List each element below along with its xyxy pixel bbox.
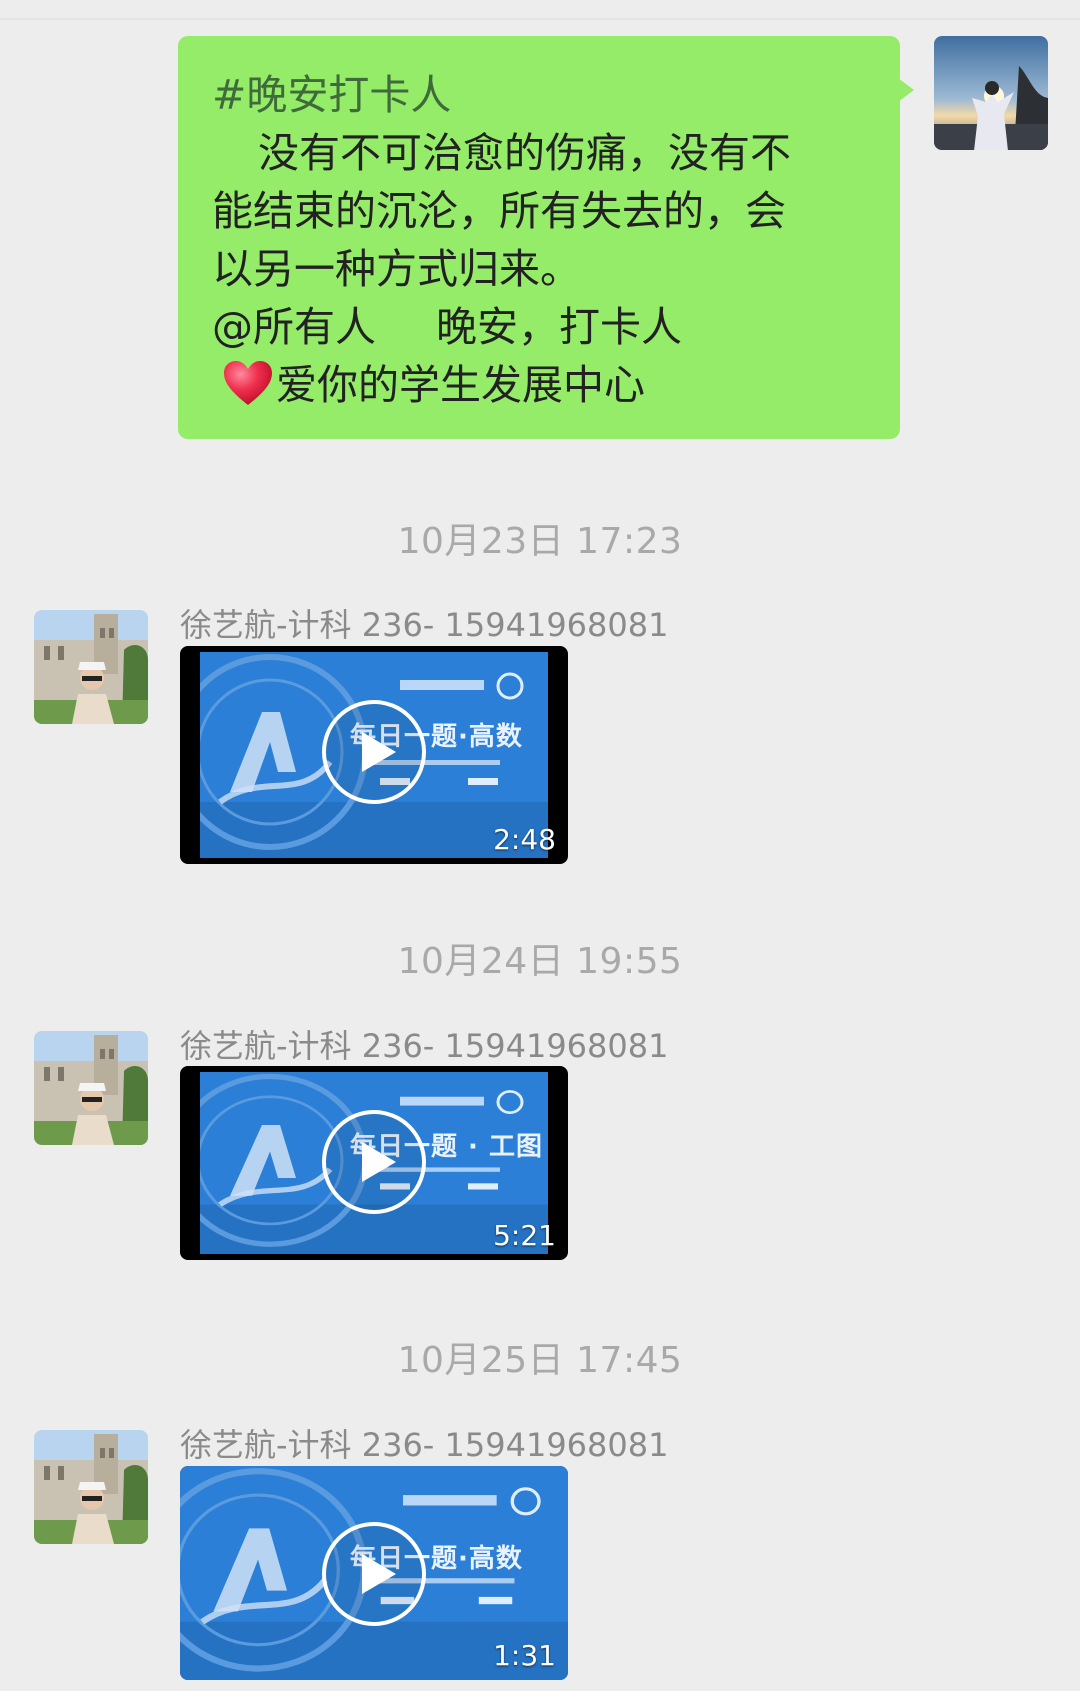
sender-avatar[interactable] xyxy=(34,1031,148,1145)
video-duration: 1:31 xyxy=(493,1639,556,1672)
sender-name: 徐艺航-计科 236- 15941968081 xyxy=(180,606,669,644)
mention-line: @所有人 晚安，打卡人 xyxy=(212,298,870,356)
video-message[interactable]: 每日一题·高数 1:31 xyxy=(180,1466,568,1680)
sender-avatar[interactable] xyxy=(34,610,148,724)
goodnight-text: 晚安，打卡人 xyxy=(436,303,682,351)
red-heart-icon xyxy=(224,361,272,422)
timestamp: 10月25日 17:45 xyxy=(397,1340,683,1381)
video-message[interactable]: 每日一题 · 工图 5:21 xyxy=(180,1066,568,1260)
hashtag-text[interactable]: #晚安打卡人 xyxy=(212,66,870,124)
message-line: 以另一种方式归来。 xyxy=(212,245,581,293)
timestamp: 10月24日 19:55 xyxy=(397,941,683,982)
video-duration: 2:48 xyxy=(493,823,556,856)
sender-avatar[interactable] xyxy=(34,1430,148,1544)
video-duration: 5:21 xyxy=(493,1219,556,1252)
mention-all[interactable]: @所有人 xyxy=(212,303,376,351)
signature-line: 爱你的学生发展中心 xyxy=(212,356,870,422)
video-message[interactable]: 每日一题·高数 2:48 xyxy=(180,646,568,864)
message-line: 没有不可治愈的伤痛，没有不 xyxy=(258,129,791,177)
message-line: 能结束的沉沦，所有失去的，会 xyxy=(212,187,786,235)
my-avatar[interactable] xyxy=(934,36,1048,150)
sender-name: 徐艺航-计科 236- 15941968081 xyxy=(180,1027,669,1065)
signature-text: 爱你的学生发展中心 xyxy=(276,361,645,409)
play-icon[interactable] xyxy=(320,1520,428,1628)
play-icon[interactable] xyxy=(320,698,428,806)
timestamp: 10月23日 17:23 xyxy=(397,521,683,562)
outgoing-message-bubble[interactable]: #晚安打卡人 没有不可治愈的伤痛，没有不 能结束的沉沦，所有失去的，会 以另一种… xyxy=(178,36,914,439)
sender-name: 徐艺航-计科 236- 15941968081 xyxy=(180,1426,669,1464)
top-divider xyxy=(0,18,1080,20)
play-icon[interactable] xyxy=(320,1108,428,1216)
